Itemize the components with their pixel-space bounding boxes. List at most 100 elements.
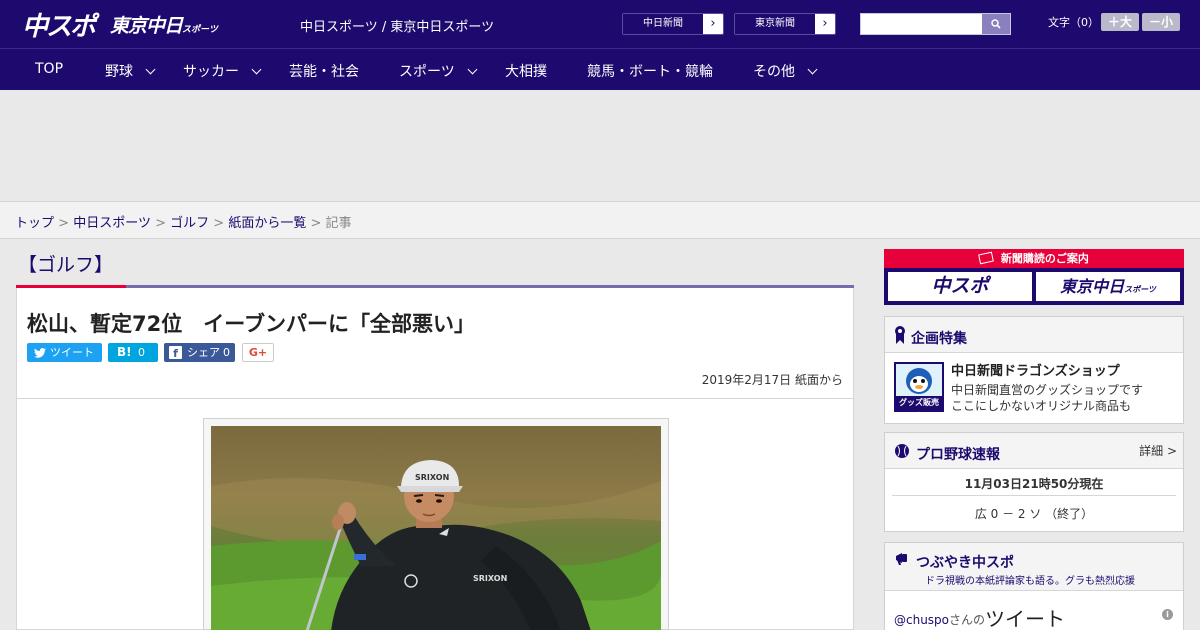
- tweets-panel-title: つぶやき中スポ: [916, 555, 1014, 571]
- google-plus-button[interactable]: G+: [242, 343, 274, 362]
- chuspo-subscribe-link[interactable]: 中スポ: [888, 272, 1032, 301]
- tweets-panel: つぶやき中スポ ドラ視戦の本紙評論家も語る。グラも熱烈応援 @chuspoさんの…: [884, 542, 1184, 630]
- nav-label: 芸能・社会: [289, 64, 359, 80]
- baseball-panel-title: プロ野球速報: [916, 447, 1000, 463]
- twitter-handle-link[interactable]: @chuspo: [894, 613, 949, 627]
- chevron-down-icon: [145, 64, 156, 75]
- search-button[interactable]: [982, 14, 1010, 34]
- tokyo-shimbun-label: 東京新聞: [735, 14, 815, 34]
- facebook-count: 0: [223, 346, 230, 359]
- article-photo-frame: SRIXON SRIXON: [203, 418, 669, 630]
- tweets-panel-subtitle: ドラ視戦の本紙評論家も語る。グラも熱烈応援: [925, 576, 1135, 587]
- golfer-photo: SRIXON SRIXON: [211, 426, 661, 630]
- article-date: 2019年2月17日 紙面から: [701, 373, 843, 387]
- baseball-panel-header: プロ野球速報 詳細 >: [885, 433, 1183, 469]
- facebook-share-button[interactable]: f シェア 0: [164, 343, 235, 362]
- breadcrumb-separator: >: [213, 216, 225, 231]
- breadcrumb-top[interactable]: トップ: [15, 216, 54, 231]
- chevron-down-icon: [807, 64, 818, 75]
- nav-label: 大相撲: [505, 64, 547, 80]
- chuspo-logo[interactable]: 中スポ: [22, 6, 96, 43]
- baseball-detail-link[interactable]: 詳細 >: [1139, 442, 1177, 459]
- baseball-score-row[interactable]: 広 0 － 2 ソ （終了）: [885, 505, 1183, 522]
- feature-panel-title: 企画特集: [911, 331, 967, 347]
- tokyo-chunichi-logo[interactable]: 東京中日スポーツ: [110, 11, 218, 38]
- google-plus-icon: G+: [248, 346, 268, 359]
- subscription-title: 新聞購読のご案内: [1000, 252, 1089, 265]
- tokyo-chunichi-subscribe-link[interactable]: 東京中日スポーツ: [1036, 272, 1180, 301]
- site-title: 中日スポーツ / 東京中日スポーツ: [300, 20, 495, 35]
- info-icon[interactable]: i: [1162, 609, 1173, 620]
- article-photo[interactable]: SRIXON SRIXON: [211, 426, 661, 630]
- nav-item-sumo[interactable]: 大相撲: [505, 61, 547, 81]
- breadcrumb-print-list[interactable]: 紙面から一覧: [228, 216, 306, 231]
- hatena-icon: B!: [117, 345, 132, 359]
- nav-label: TOP: [35, 61, 64, 77]
- tweets-san: さんの: [949, 613, 986, 627]
- goods-sale-label: グッズ販売中: [896, 396, 942, 421]
- dragons-shop-thumbnail[interactable]: グッズ販売中: [894, 362, 944, 421]
- tokyo-chunichi-text: 東京中日: [1060, 277, 1125, 296]
- font-larger-button[interactable]: ＋大: [1101, 13, 1139, 31]
- dragons-shop-title[interactable]: 中日新聞ドラゴンズショップ: [951, 360, 1120, 379]
- hatena-bookmark-button[interactable]: B! 0: [108, 343, 158, 362]
- font-size-label: 文字（0）: [1048, 16, 1099, 29]
- hatena-count: 0: [138, 346, 145, 359]
- search-box: [860, 13, 1011, 35]
- nav-label: 競馬・ボート・競輪: [587, 64, 713, 80]
- breadcrumb-chunichi-sports[interactable]: 中日スポーツ: [73, 216, 151, 231]
- tweets-panel-header: つぶやき中スポ ドラ視戦の本紙評論家も語る。グラも熱烈応援: [885, 543, 1183, 591]
- nav-item-baseball[interactable]: 野球: [105, 61, 156, 81]
- baseball-scores-panel: プロ野球速報 詳細 > 11月03日21時50分現在 広 0 － 2 ソ （終了…: [884, 432, 1184, 532]
- breadcrumb-separator: >: [155, 216, 166, 231]
- tweet-button[interactable]: ツイート: [27, 343, 102, 362]
- main-nav: TOP 野球 サッカー 芸能・社会 スポーツ 大相撲 競馬・ボート・競輪 その他: [0, 48, 1200, 90]
- breadcrumb-bar: トップ > 中日スポーツ > ゴルフ > 紙面から一覧 > 記事: [0, 201, 1200, 239]
- breadcrumb-separator: >: [58, 216, 70, 231]
- chunichi-shimbun-link[interactable]: 中日新聞 ›: [622, 13, 724, 35]
- category-heading: 【ゴルフ】: [18, 254, 114, 276]
- chevron-right-icon: ›: [822, 16, 828, 31]
- nav-label: サッカー: [183, 64, 239, 80]
- nav-item-sports[interactable]: スポーツ: [399, 61, 478, 81]
- search-input[interactable]: [861, 14, 983, 34]
- breadcrumb-golf[interactable]: ゴルフ: [170, 216, 209, 231]
- facebook-icon: f: [169, 346, 182, 360]
- ribbon-icon: [895, 326, 905, 344]
- nav-item-racing[interactable]: 競馬・ボート・競輪: [587, 61, 713, 81]
- ad-banner-area: [0, 90, 1200, 201]
- breadcrumb-current: 記事: [325, 216, 352, 231]
- dragons-shop-desc-1: 中日新聞直営のグッズショップです: [951, 383, 1144, 397]
- megaphone-icon: [896, 553, 907, 565]
- logo-tokyo-text: 東京中日: [110, 15, 183, 37]
- tweet-label: ツイート: [50, 346, 94, 359]
- dragons-shop-desc-2: ここにしかないオリジナル商品も: [951, 399, 1132, 413]
- nav-item-entertainment[interactable]: 芸能・社会: [289, 61, 359, 81]
- top-header: 中スポ 東京中日スポーツ 中日スポーツ / 東京中日スポーツ 中日新聞 › 東京…: [0, 0, 1200, 48]
- breadcrumb-separator: >: [310, 216, 322, 231]
- nav-label: スポーツ: [399, 64, 455, 80]
- chest-logo-text: SRIXON: [473, 574, 507, 583]
- article-card: 松山、暫定72位 イーブンパーに「全部悪い」 ツイート B! 0 f シェア 0…: [16, 288, 854, 630]
- article-headline: 松山、暫定72位 イーブンパーに「全部悪い」: [27, 312, 475, 336]
- subscription-title-bar: 新聞購読のご案内: [884, 249, 1184, 268]
- newspaper-icon: [978, 251, 994, 265]
- font-smaller-button[interactable]: －小: [1142, 13, 1180, 31]
- feature-panel-header: 企画特集: [885, 317, 1183, 353]
- chevron-down-icon: [467, 64, 478, 75]
- nav-item-top[interactable]: TOP: [35, 61, 63, 77]
- chunichi-shimbun-label: 中日新聞: [623, 14, 703, 34]
- tokyo-shimbun-link[interactable]: 東京新聞 ›: [734, 13, 836, 35]
- baseball-update-time: 11月03日21時50分現在: [964, 477, 1104, 491]
- logo-tokyo-small: スポーツ: [182, 25, 218, 35]
- chevron-right-icon: ›: [710, 16, 716, 31]
- baseball-divider: [892, 495, 1176, 496]
- baseball-icon: [895, 444, 909, 458]
- cap-logo-text: SRIXON: [415, 473, 449, 482]
- nav-item-soccer[interactable]: サッカー: [183, 61, 262, 81]
- nav-label: その他: [753, 64, 795, 80]
- tweets-heading: ツイート: [985, 607, 1066, 630]
- tokyo-chunichi-small: スポーツ: [1124, 285, 1156, 294]
- subscription-promo[interactable]: 新聞購読のご案内 中スポ 東京中日スポーツ: [884, 249, 1184, 305]
- nav-item-other[interactable]: その他: [753, 61, 818, 81]
